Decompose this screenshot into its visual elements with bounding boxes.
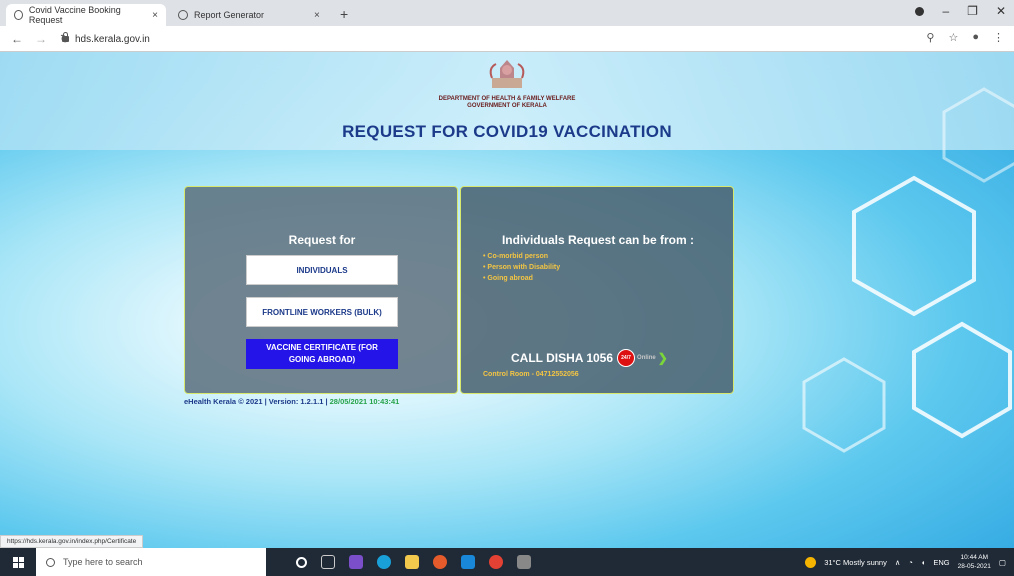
forward-icon[interactable]: →: [34, 32, 48, 46]
address-bar[interactable]: hds.kerala.gov.in: [62, 29, 150, 49]
zoom-icon[interactable]: ⚲: [926, 31, 934, 44]
eligibility-list: Co-morbid person Person with Disability …: [483, 253, 560, 286]
clock-date: 28-05-2021: [957, 563, 991, 570]
frontline-workers-button[interactable]: FRONTLINE WORKERS (BULK): [246, 297, 398, 327]
close-tab-icon[interactable]: ×: [314, 10, 320, 21]
windows-taskbar: Type here to search 31°C Mostly sunny ∧ …: [0, 548, 1014, 576]
chevron-right-icon: ❯: [657, 351, 668, 365]
version-info: eHealth Kerala © 2021 | Version: 1.2.1.1…: [184, 397, 399, 406]
windows-logo-icon: [12, 556, 24, 568]
restore-icon[interactable]: ❐: [967, 4, 978, 18]
edge-icon[interactable]: [377, 555, 391, 569]
link-status-bar: https://hds.kerala.gov.in/index.php/Cert…: [0, 535, 144, 548]
network-icon[interactable]: ◔: [908, 558, 913, 567]
kerala-emblem-icon: [489, 60, 525, 88]
copyright-text: eHealth Kerala © 2021 | Version: 1.2.1.1…: [184, 397, 330, 406]
start-button[interactable]: [0, 548, 36, 576]
disha-text: CALL DISHA 1056: [511, 351, 614, 365]
search-placeholder: Type here to search: [63, 557, 143, 567]
window-controls: – ❐ ✕: [915, 4, 1006, 18]
notification-icon[interactable]: ▢: [999, 558, 1006, 567]
info-heading: Individuals Request can be from :: [501, 233, 695, 247]
weather-text[interactable]: 31°C Mostly sunny: [824, 558, 887, 567]
list-item: Person with Disability: [483, 264, 560, 271]
lang-indicator[interactable]: ENG: [933, 558, 949, 567]
tab-covid-vaccine[interactable]: Covid Vaccine Booking Request ×: [6, 4, 166, 26]
online-label: Online: [637, 355, 656, 361]
profile-icon[interactable]: [915, 6, 925, 16]
file-explorer-icon[interactable]: [405, 555, 419, 569]
list-item: Co-morbid person: [483, 253, 560, 260]
chrome-icon[interactable]: [489, 555, 503, 569]
list-item: Going abroad: [483, 275, 560, 282]
account-icon[interactable]: ●: [972, 31, 979, 44]
firefox-icon[interactable]: [433, 555, 447, 569]
skype-icon[interactable]: [461, 555, 475, 569]
hexagon-decoration: [802, 87, 1014, 453]
vaccine-certificate-button[interactable]: VACCINE CERTIFICATE (FOR GOING ABROAD): [246, 339, 398, 369]
page-content: DEPARTMENT OF HEALTH & FAMILY WELFARE GO…: [0, 52, 1014, 548]
browser-tab-bar: Covid Vaccine Booking Request × Report G…: [0, 0, 1014, 26]
bookmark-star-icon[interactable]: ☆: [948, 31, 958, 44]
clock-time: 10:44 AM: [960, 554, 989, 561]
browser-toolbar: ← → ↻ hds.kerala.gov.in ⚲ ☆ ● ⋮: [0, 26, 1014, 52]
info-panel: Individuals Request can be from : Co-mor…: [460, 186, 734, 394]
globe-icon: [178, 10, 188, 20]
taskbar-search[interactable]: Type here to search: [36, 548, 266, 576]
tab-report-generator[interactable]: Report Generator ×: [170, 4, 332, 26]
disha-helpline[interactable]: CALL DISHA 1056 24/7 Online ❯: [511, 349, 668, 367]
task-view-icon[interactable]: [321, 555, 335, 569]
timestamp: 28/05/2021 10:43:41: [329, 397, 400, 406]
cortana-icon[interactable]: [296, 556, 307, 568]
lock-icon: [62, 32, 69, 42]
menu-icon[interactable]: ⋮: [993, 31, 1004, 44]
search-icon: [46, 557, 55, 567]
request-panel: Request for INDIVIDUALS FRONTLINE WORKER…: [184, 186, 458, 394]
individuals-button[interactable]: INDIVIDUALS: [246, 255, 398, 285]
247-badge-icon: 24/7: [617, 349, 636, 367]
volume-icon[interactable]: ◖: [921, 558, 926, 567]
url-text: hds.kerala.gov.in: [75, 33, 150, 45]
clock[interactable]: 10:44 AM 28-05-2021: [958, 553, 991, 571]
close-tab-icon[interactable]: ×: [152, 10, 158, 21]
close-window-icon[interactable]: ✕: [996, 4, 1006, 18]
new-tab-button[interactable]: +: [340, 6, 348, 22]
tab-label: Report Generator: [194, 10, 265, 20]
minimize-icon[interactable]: –: [942, 4, 949, 18]
app-icon[interactable]: [517, 555, 531, 569]
control-room: Control Room - 04712552056: [483, 371, 579, 378]
back-icon[interactable]: ←: [10, 32, 24, 46]
taskbar-apps: [296, 555, 531, 569]
globe-icon: [14, 10, 23, 20]
visual-studio-icon[interactable]: [349, 555, 363, 569]
request-heading: Request for: [288, 233, 356, 247]
weather-sun-icon: [805, 556, 817, 568]
system-tray: 31°C Mostly sunny ∧ ◔ ◖ ENG 10:44 AM 28-…: [805, 548, 1006, 576]
chevron-up-icon[interactable]: ∧: [895, 558, 901, 567]
tab-label: Covid Vaccine Booking Request: [28, 5, 121, 25]
